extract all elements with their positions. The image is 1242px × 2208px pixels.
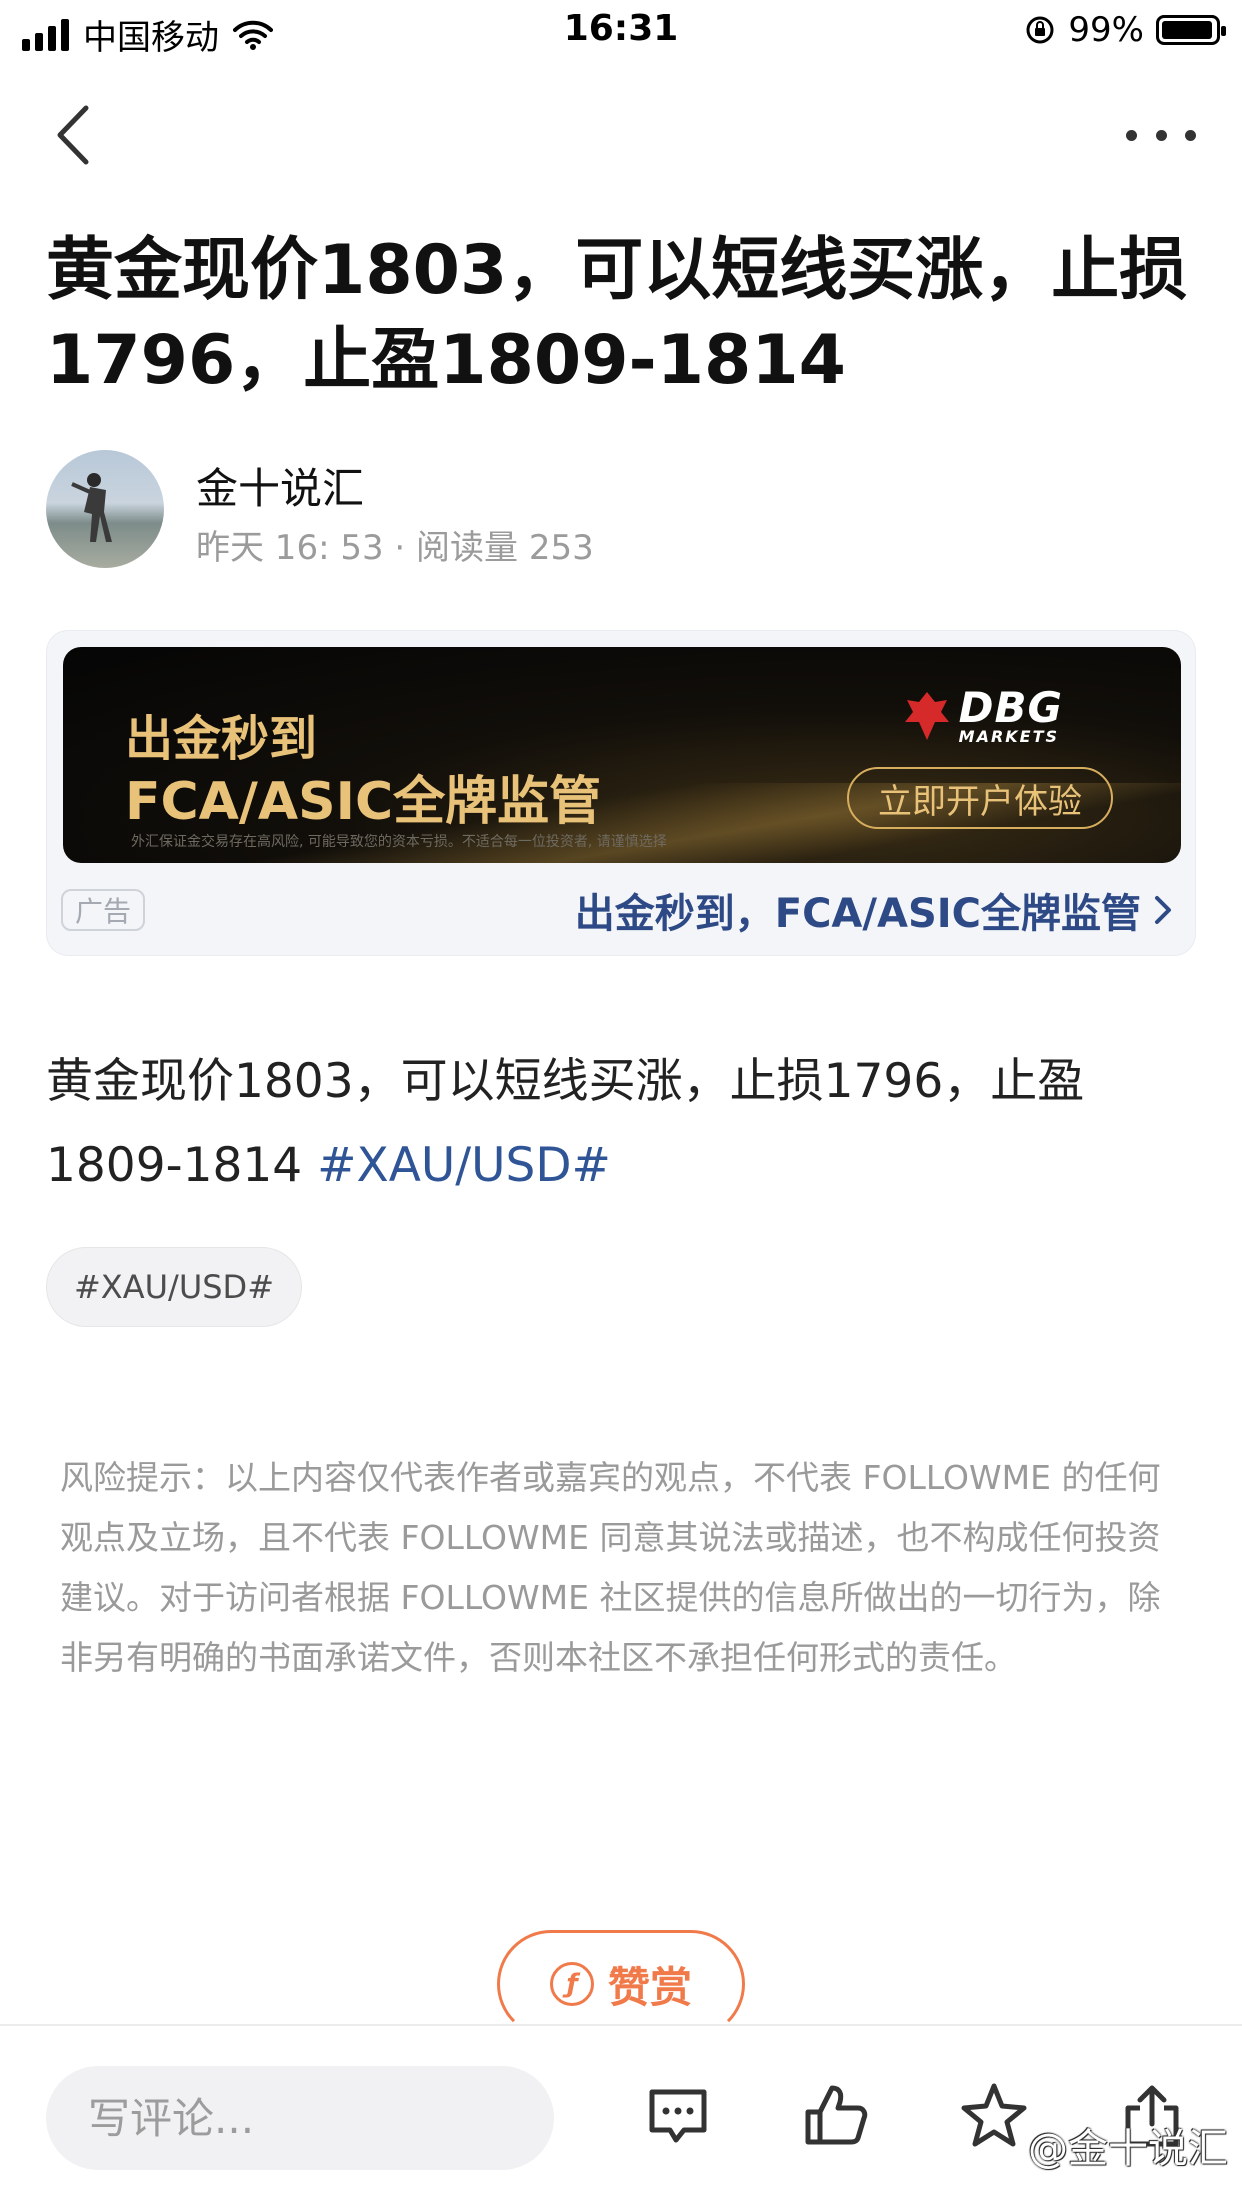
- status-bar: 中国移动 16:31 99%: [0, 0, 1242, 62]
- author-name[interactable]: 金十说汇: [196, 455, 364, 516]
- article-title: 黄金现价1803，可以短线买涨，止损1796，止盈1809-1814: [46, 231, 1188, 400]
- ad-link-text: 出金秒到，FCA/ASIC全牌监管: [574, 891, 1141, 937]
- battery-percent: 99%: [1068, 10, 1144, 50]
- ad-logo-big: DBG: [958, 683, 1063, 732]
- bottom-bar: @金十说汇: [0, 2024, 1242, 2208]
- watermark: @金十说汇: [1028, 2126, 1228, 2172]
- orientation-lock-icon: [1026, 16, 1054, 44]
- back-button[interactable]: [46, 100, 106, 170]
- comment-icon[interactable]: [642, 2080, 714, 2152]
- ad-banner[interactable]: 出金秒到 FCA/ASIC全牌监管 外汇保证金交易存在高风险, 可能导致您的资本…: [63, 647, 1181, 863]
- hashtag-link[interactable]: #XAU/USD#: [317, 1138, 611, 1193]
- status-right: 99%: [1024, 10, 1226, 50]
- avatar-photo: [71, 473, 112, 542]
- ad-logo-small: MARKETS: [958, 727, 1060, 746]
- dragon-logo-icon: [904, 692, 949, 740]
- chevron-right-icon: [1155, 896, 1171, 924]
- reward-button[interactable]: ƒ 赞赏: [497, 1930, 745, 2038]
- comment-input[interactable]: [46, 2066, 554, 2170]
- ad-cta-button[interactable]: 立即开户体验: [847, 767, 1113, 829]
- ad-headline-2: FCA/ASIC全牌监管: [125, 772, 602, 832]
- battery-icon: [1156, 15, 1226, 45]
- tag-chip[interactable]: #XAU/USD#: [46, 1247, 302, 1327]
- more-button[interactable]: [1126, 110, 1196, 160]
- like-icon[interactable]: [800, 2080, 872, 2152]
- ad-link[interactable]: 出金秒到，FCA/ASIC全牌监管: [575, 881, 1175, 939]
- more-dot: [1126, 129, 1137, 141]
- chevron-left-icon: [57, 105, 89, 165]
- ad-card[interactable]: 出金秒到 FCA/ASIC全牌监管 外汇保证金交易存在高风险, 可能导致您的资本…: [46, 630, 1196, 956]
- ad-label: 广告: [61, 889, 145, 931]
- reward-label: 赞赏: [607, 1962, 692, 2012]
- coin-icon: ƒ: [549, 1962, 594, 2006]
- ad-fine-print: 外汇保证金交易存在高风险, 可能导致您的资本亏损。不适合每一位投资者, 请谨慎选…: [131, 834, 667, 850]
- more-dot: [1155, 129, 1167, 141]
- star-icon[interactable]: [958, 2080, 1030, 2152]
- article-meta: 昨天 16: 53 · 阅读量 253: [196, 528, 594, 568]
- article-body: 黄金现价1803，可以短线买涨，止损1796，止盈1809-1814 #XAU/…: [46, 1040, 1196, 1208]
- risk-notice: 风险提示：以上内容仅代表作者或嘉宾的观点，不代表 FOLLOWME 的任何观点及…: [60, 1458, 1161, 1677]
- more-dot: [1185, 129, 1196, 141]
- avatar[interactable]: [46, 450, 164, 568]
- ad-logo: DBG MARKETS: [901, 687, 1063, 745]
